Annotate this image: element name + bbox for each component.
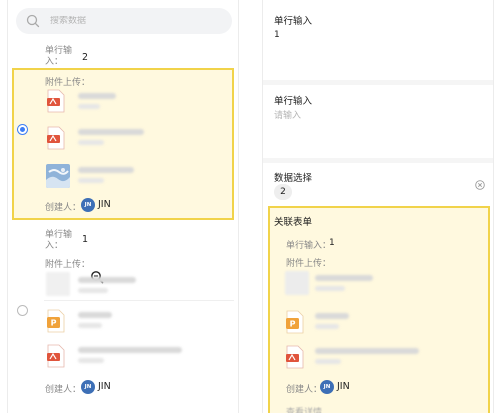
search-icon bbox=[26, 14, 40, 28]
pdf-file-icon[interactable] bbox=[46, 126, 66, 150]
avatar: JN bbox=[320, 380, 334, 394]
creator-label: 创建人： bbox=[45, 385, 82, 395]
field-label: 单行输入 bbox=[274, 16, 313, 27]
avatar: JN bbox=[81, 380, 95, 394]
related-single-line-label: 单行输入： bbox=[286, 241, 332, 251]
creator-name: JIN bbox=[98, 199, 111, 210]
single-line-value: 1 bbox=[82, 234, 89, 245]
image-thumbnail[interactable] bbox=[285, 271, 309, 295]
text-input-placeholder[interactable]: 请输入 bbox=[274, 108, 301, 121]
search-bar[interactable] bbox=[16, 8, 232, 34]
attachment-label: 附件上传： bbox=[45, 260, 91, 270]
pdf-file-icon[interactable] bbox=[46, 89, 66, 113]
creator-label: 创建人： bbox=[45, 203, 82, 213]
field-label: 单行输入 bbox=[274, 96, 313, 107]
single-line-label: 单行输 入： bbox=[45, 46, 73, 67]
form-panel: 单行输入 1 单行输入 请输入 数据选择 2 关联表单 单行输入： 1 附件上传… bbox=[262, 0, 494, 413]
related-form-title: 关联表单 bbox=[274, 217, 313, 228]
record-radio[interactable] bbox=[17, 305, 28, 316]
creator-name: JIN bbox=[337, 381, 350, 392]
svg-text:P: P bbox=[290, 320, 296, 329]
image-thumbnail[interactable] bbox=[46, 164, 70, 188]
creator-name: JIN bbox=[98, 381, 111, 392]
field-value[interactable]: 1 bbox=[274, 30, 280, 40]
view-details-link[interactable]: 查看详情 bbox=[286, 405, 322, 413]
attachment-label: 附件上传： bbox=[45, 78, 91, 88]
record-selection-panel: 单行输 入： 2 附件上传： 创建人： JN JIN 单行输 入： 1 附件上传… bbox=[7, 0, 239, 413]
clear-icon[interactable] bbox=[475, 180, 485, 190]
pdf-file-icon[interactable] bbox=[46, 344, 66, 368]
ppt-file-icon[interactable]: P bbox=[285, 310, 305, 334]
avatar: JN bbox=[81, 198, 95, 212]
svg-text:P: P bbox=[51, 319, 57, 328]
ppt-file-icon[interactable]: P bbox=[46, 309, 66, 333]
data-select-tag[interactable]: 2 bbox=[274, 184, 292, 200]
pdf-file-icon[interactable] bbox=[285, 345, 305, 369]
image-thumbnail[interactable] bbox=[46, 272, 70, 296]
creator-label: 创建人： bbox=[286, 385, 323, 395]
related-attachment-label: 附件上传： bbox=[286, 259, 332, 269]
single-line-value: 2 bbox=[82, 52, 89, 63]
search-input[interactable] bbox=[50, 16, 200, 26]
record-radio-selected[interactable] bbox=[17, 124, 28, 135]
data-select-label: 数据选择 bbox=[274, 173, 313, 184]
single-line-label: 单行输 入： bbox=[45, 230, 73, 251]
related-single-line-value: 1 bbox=[329, 238, 335, 248]
